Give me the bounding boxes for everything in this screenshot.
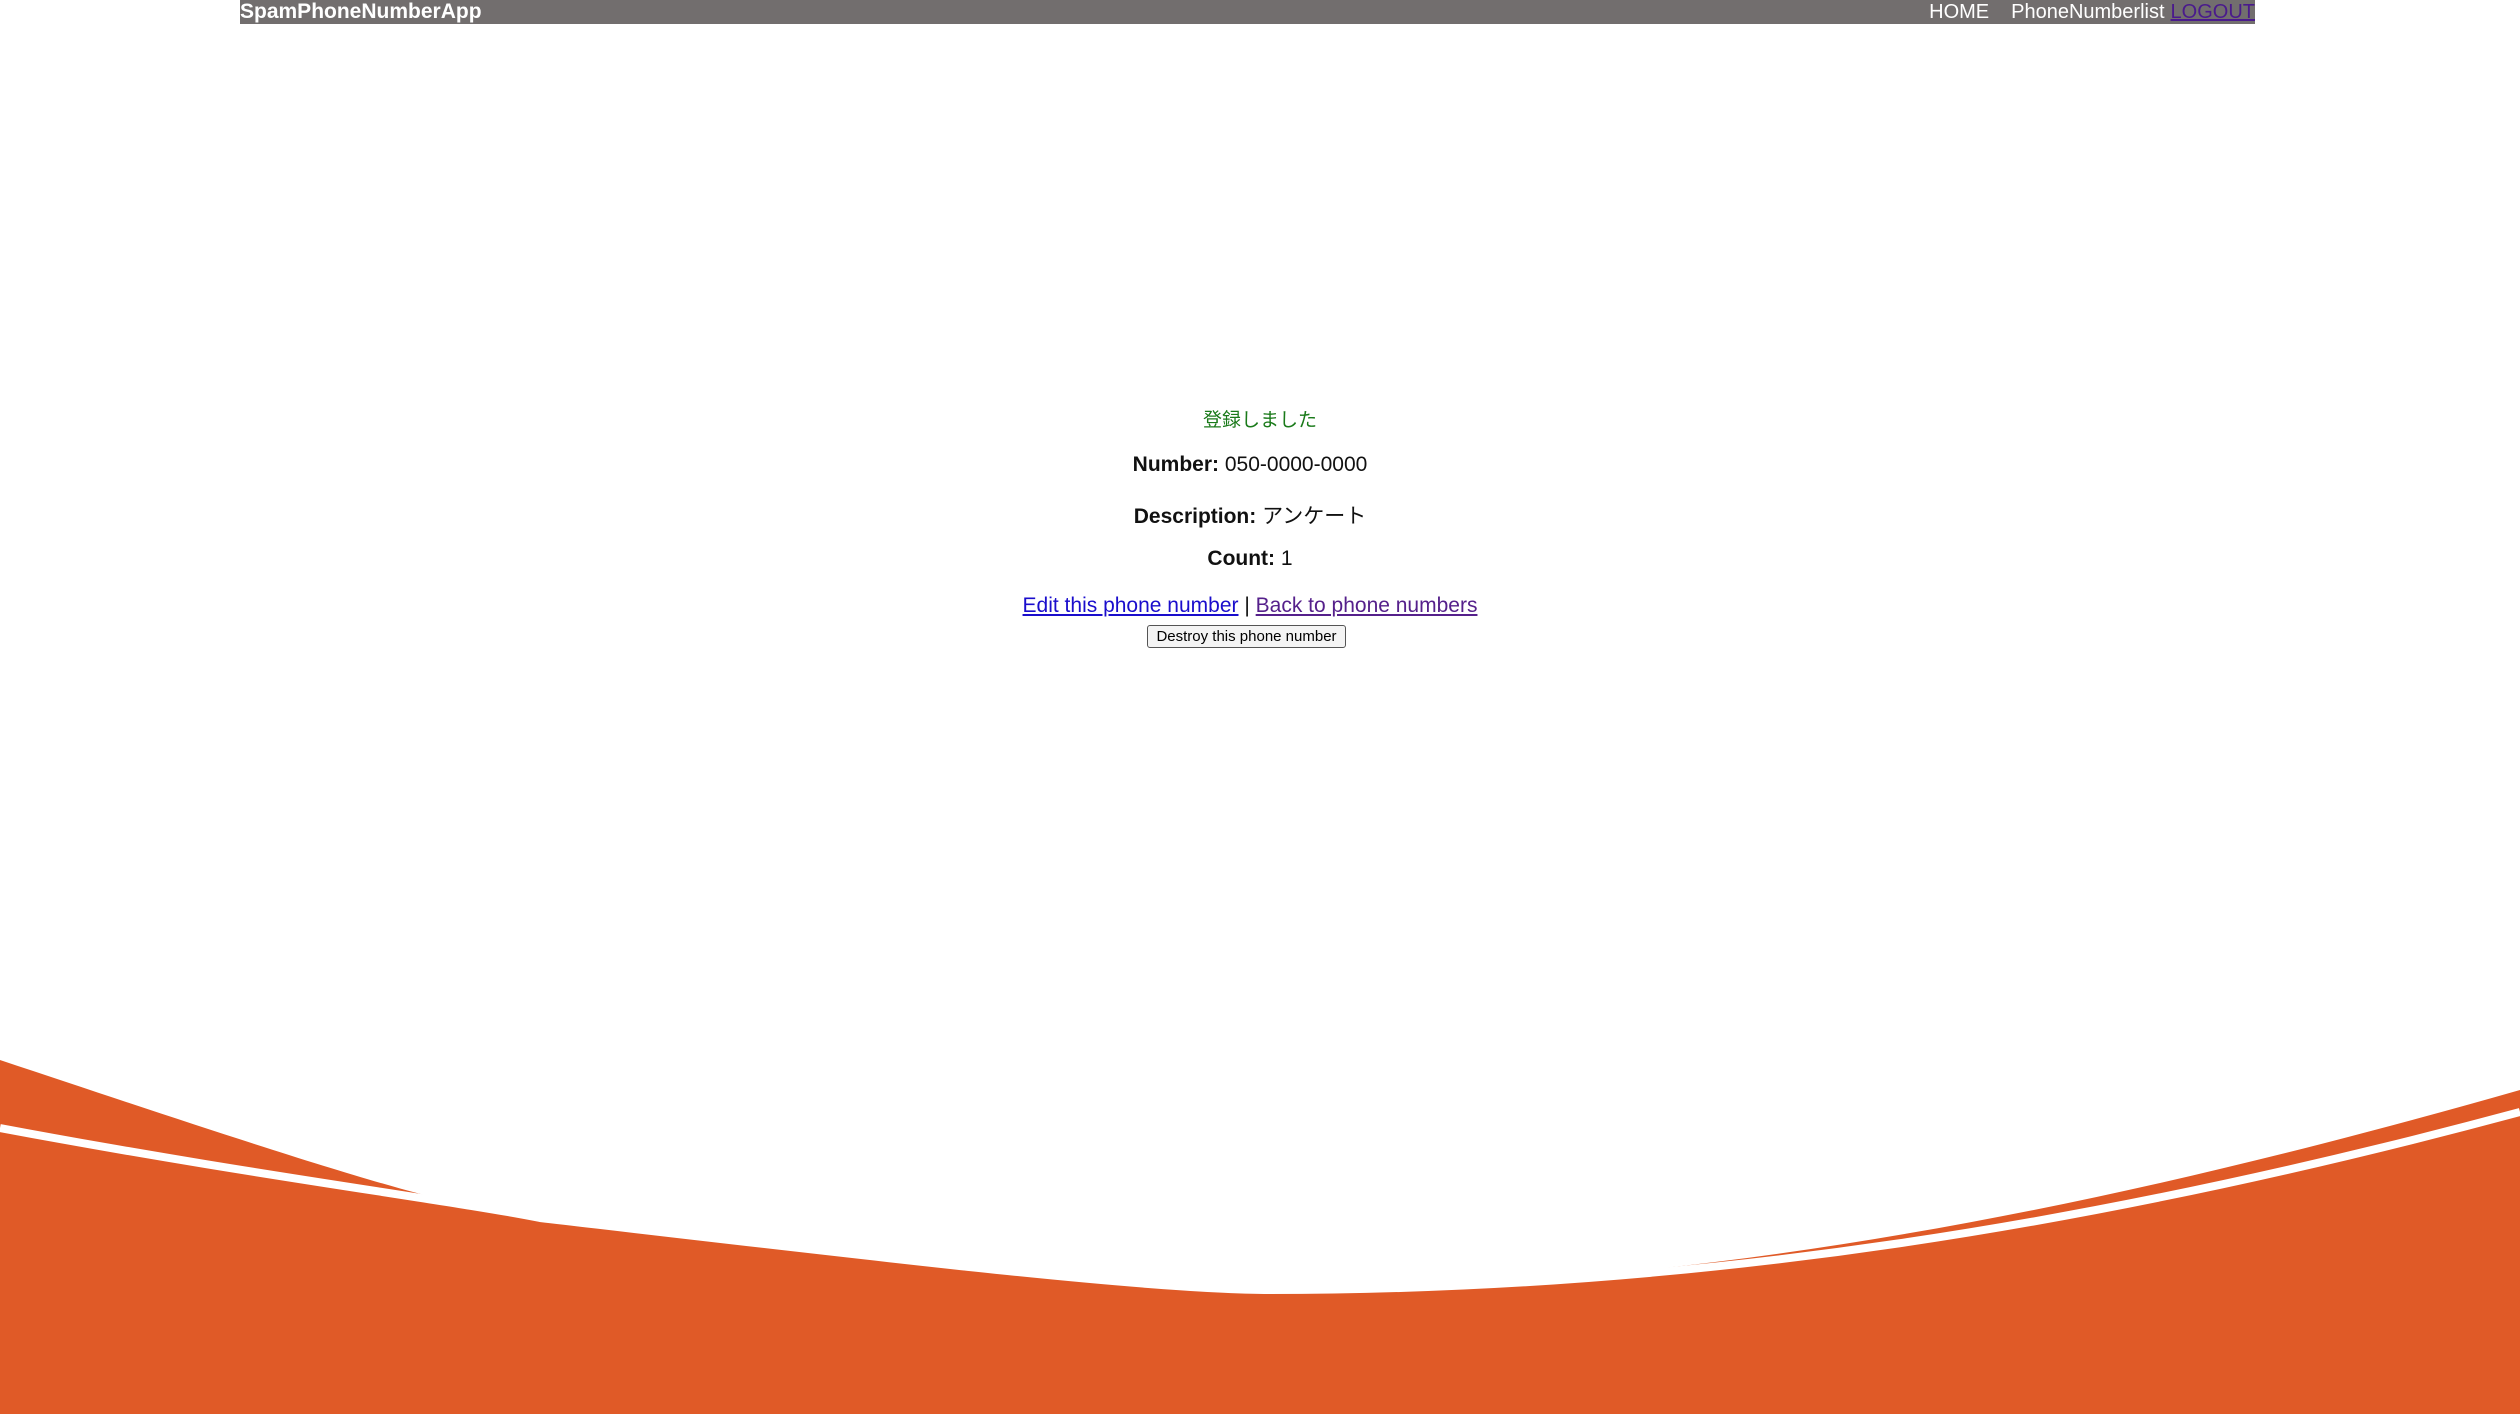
nav-phone-number-list-link[interactable]: PhoneNumberlist <box>2011 0 2164 24</box>
number-field: Number: 050-0000-0000 <box>0 453 2500 477</box>
nav-home-link[interactable]: HOME <box>1929 0 1989 24</box>
nav-logout-link[interactable]: LOGOUT <box>2171 0 2255 24</box>
brand-link[interactable]: SpamPhoneNumberApp <box>240 0 482 24</box>
description-label: Description: <box>1133 505 1257 528</box>
wave-fill-shape <box>0 1060 2520 1414</box>
number-value: 050-0000-0000 <box>1224 453 1368 476</box>
count-label: Count: <box>1207 547 1276 570</box>
destroy-phone-number-button[interactable]: Destroy this phone number <box>1147 625 1346 648</box>
destroy-form: Destroy this phone number <box>0 625 2493 648</box>
link-separator: | <box>1244 594 1250 617</box>
description-value: アンケート <box>1262 505 1367 528</box>
top-navbar: SpamPhoneNumberApp HOME PhoneNumberlist … <box>240 0 2255 24</box>
edit-phone-number-link[interactable]: Edit this phone number <box>1023 594 1239 617</box>
flash-notice: 登録しました <box>1202 410 1317 431</box>
number-label: Number: <box>1132 453 1220 476</box>
description-field: Description: アンケート <box>0 500 2500 530</box>
count-field: Count: 1 <box>0 547 2500 571</box>
back-to-phone-numbers-link[interactable]: Back to phone numbers <box>1256 594 1478 617</box>
nav-links: HOME PhoneNumberlist LOGOUT <box>1907 0 2255 24</box>
count-value: 1 <box>1280 547 1293 570</box>
action-links: Edit this phone number | Back to phone n… <box>0 594 2500 618</box>
orange-wave-footer <box>0 1060 2520 1414</box>
